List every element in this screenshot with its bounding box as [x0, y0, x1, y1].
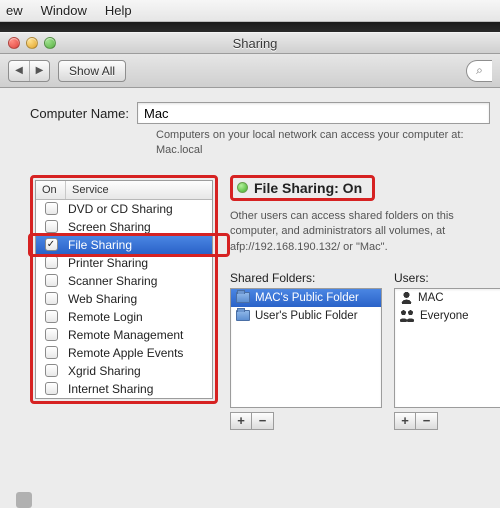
content-area: Computer Name: Computers on your local n… — [0, 88, 500, 508]
sharing-window: Sharing ◀ ▶ Show All ⌕ Computer Name: Co… — [0, 32, 500, 508]
users-list[interactable]: MAC Everyone — [394, 288, 500, 408]
close-icon[interactable] — [8, 37, 20, 49]
lock-icon — [16, 492, 32, 508]
user-label: Everyone — [420, 310, 469, 322]
service-checkbox[interactable] — [45, 220, 58, 233]
service-row[interactable]: Xgrid Sharing — [36, 362, 212, 380]
window-controls — [8, 37, 56, 49]
remove-user-button[interactable]: − — [416, 412, 438, 430]
lock-row[interactable] — [16, 492, 32, 508]
service-checkbox[interactable] — [45, 292, 58, 305]
add-folder-button[interactable]: + — [230, 412, 252, 430]
users-heading: Users: — [394, 271, 500, 285]
service-row[interactable]: Screen Sharing — [36, 218, 212, 236]
service-label: Web Sharing — [66, 292, 137, 306]
status-title: File Sharing: On — [254, 180, 362, 196]
service-checkbox[interactable] — [45, 364, 58, 377]
service-label: Xgrid Sharing — [66, 364, 141, 378]
window-title: Sharing — [64, 36, 446, 51]
user-row[interactable]: MAC — [395, 289, 500, 307]
titlebar[interactable]: Sharing — [0, 32, 500, 54]
computer-name-hint: Computers on your local network can acce… — [156, 128, 490, 159]
service-label: DVD or CD Sharing — [66, 202, 173, 216]
service-row[interactable]: Remote Login — [36, 308, 212, 326]
computer-name-label: Computer Name: — [30, 106, 129, 121]
services-list: On Service DVD or CD Sharing Screen Shari… — [35, 180, 213, 399]
service-row[interactable]: DVD or CD Sharing — [36, 200, 212, 218]
folder-icon — [236, 292, 250, 303]
service-checkbox[interactable] — [45, 346, 58, 359]
zoom-icon[interactable] — [44, 37, 56, 49]
show-all-button[interactable]: Show All — [58, 60, 126, 82]
desktop-background — [0, 22, 500, 32]
folder-icon — [236, 310, 250, 321]
service-row[interactable]: Remote Apple Events — [36, 344, 212, 362]
column-on[interactable]: On — [36, 181, 66, 199]
service-row[interactable]: Remote Management — [36, 326, 212, 344]
service-row[interactable]: ✓ File Sharing — [36, 236, 212, 254]
folder-row[interactable]: MAC's Public Folder — [231, 289, 381, 307]
service-label: Remote Login — [66, 310, 143, 324]
add-user-button[interactable]: + — [394, 412, 416, 430]
menubar: ew Window Help — [0, 0, 500, 22]
status-highlight-ring: File Sharing: On — [230, 175, 375, 201]
service-label: Remote Apple Events — [66, 346, 183, 360]
shared-folders-heading: Shared Folders: — [230, 271, 382, 285]
service-label: Remote Management — [66, 328, 183, 342]
menu-item[interactable]: Help — [105, 3, 132, 18]
service-checkbox[interactable] — [45, 202, 58, 215]
service-checkbox[interactable]: ✓ — [45, 238, 58, 251]
folder-label: MAC's Public Folder — [255, 292, 359, 304]
search-icon: ⌕ — [476, 63, 483, 78]
service-row[interactable]: Scanner Sharing — [36, 272, 212, 290]
services-highlight-ring: On Service DVD or CD Sharing Screen Shari… — [30, 175, 218, 404]
forward-button[interactable]: ▶ — [29, 61, 49, 81]
user-label: MAC — [418, 292, 444, 304]
remove-folder-button[interactable]: − — [252, 412, 274, 430]
computer-name-field[interactable] — [137, 102, 490, 124]
service-checkbox[interactable] — [45, 274, 58, 287]
service-checkbox[interactable] — [45, 256, 58, 269]
service-label: Internet Sharing — [66, 382, 153, 396]
user-icon — [400, 291, 413, 304]
service-checkbox[interactable] — [45, 310, 58, 323]
back-button[interactable]: ◀ — [9, 61, 29, 81]
menu-item[interactable]: ew — [6, 3, 23, 18]
services-header: On Service — [36, 181, 212, 200]
shared-folders-list[interactable]: MAC's Public Folder User's Public Folder — [230, 288, 382, 408]
service-label: Screen Sharing — [66, 220, 151, 234]
column-service[interactable]: Service — [66, 181, 115, 199]
service-row[interactable]: Printer Sharing — [36, 254, 212, 272]
service-label: File Sharing — [66, 238, 132, 252]
folder-row[interactable]: User's Public Folder — [231, 307, 381, 325]
user-row[interactable]: Everyone — [395, 307, 500, 325]
service-label: Scanner Sharing — [66, 274, 157, 288]
service-row[interactable]: Internet Sharing — [36, 380, 212, 398]
toolbar: ◀ ▶ Show All ⌕ — [0, 54, 500, 88]
nav-back-forward: ◀ ▶ — [8, 60, 50, 82]
minimize-icon[interactable] — [26, 37, 38, 49]
status-led-icon — [237, 182, 248, 193]
service-row[interactable]: Web Sharing — [36, 290, 212, 308]
status-description: Other users can access shared folders on… — [230, 209, 500, 255]
service-label: Printer Sharing — [66, 256, 148, 270]
service-checkbox[interactable] — [45, 382, 58, 395]
folder-label: User's Public Folder — [255, 310, 358, 322]
menu-item[interactable]: Window — [41, 3, 87, 18]
search-field[interactable]: ⌕ — [466, 60, 492, 82]
group-icon — [400, 309, 415, 322]
service-checkbox[interactable] — [45, 328, 58, 341]
